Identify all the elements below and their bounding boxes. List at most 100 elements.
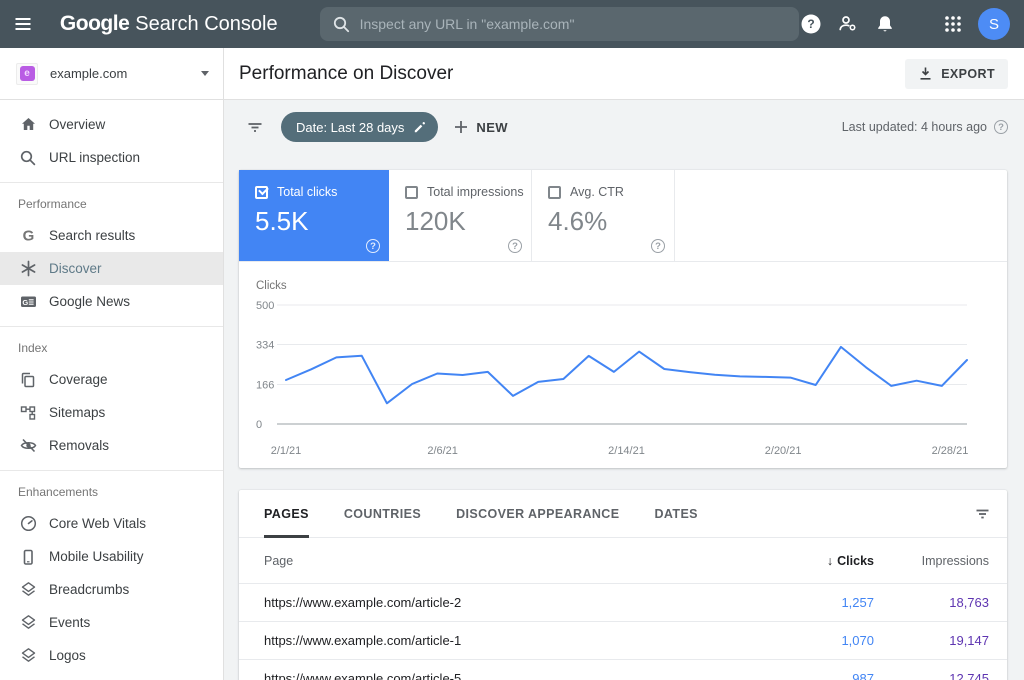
- date-filter-chip[interactable]: Date: Last 28 days: [281, 112, 439, 142]
- help-outline-icon[interactable]: ?: [508, 239, 522, 253]
- google-g-icon: G: [18, 226, 38, 246]
- clicks-line-chart: Clicks 0 166 334 500 2/1/21 2/6/21 2/14/21 2/20/…: [256, 280, 969, 457]
- column-header-impressions[interactable]: Impressions: [874, 554, 989, 568]
- table-row[interactable]: https://www.example.com/article-5 987 12…: [239, 660, 1007, 680]
- x-tick-label: 2/28/21: [932, 445, 969, 457]
- help-icon: ?: [801, 14, 821, 34]
- download-icon: [918, 66, 933, 81]
- page-url-cell[interactable]: https://www.example.com/article-2: [264, 595, 764, 610]
- page-url-cell[interactable]: https://www.example.com/article-1: [264, 633, 764, 648]
- sidebar-item-core-web-vitals[interactable]: Core Web Vitals: [0, 507, 223, 540]
- metric-card-avg-ctr[interactable]: Avg. CTR 4.6% ?: [532, 170, 675, 261]
- plus-icon: [453, 119, 469, 135]
- search-input[interactable]: [359, 16, 787, 32]
- svg-text:G: G: [22, 228, 34, 245]
- sort-desc-icon: ↓: [826, 553, 834, 568]
- y-tick-label: 166: [256, 379, 274, 391]
- metric-value: 4.6%: [548, 206, 608, 236]
- discover-asterisk-icon: [18, 259, 38, 279]
- help-outline-icon[interactable]: ?: [651, 239, 665, 253]
- clicks-cell: 1,257: [841, 595, 874, 610]
- dimensions-table-card: PAGES COUNTRIES DISCOVER APPEARANCE DATE…: [239, 490, 1007, 680]
- topbar: Google Search Console ?: [0, 0, 1024, 48]
- sidebar-item-label: Sitemaps: [49, 405, 106, 420]
- hamburger-menu-button[interactable]: [0, 0, 46, 48]
- table-filter-button[interactable]: [974, 505, 991, 522]
- sidebar-item-products[interactable]: Products: [0, 672, 223, 680]
- property-selector[interactable]: e example.com: [0, 48, 223, 100]
- clicks-cell: 987: [852, 671, 874, 680]
- table-row[interactable]: https://www.example.com/article-2 1,257 …: [239, 584, 1007, 622]
- home-icon: [18, 115, 38, 135]
- checkbox-unchecked-icon[interactable]: [548, 185, 561, 199]
- x-tick-label: 2/6/21: [427, 445, 458, 457]
- sidebar-item-logos[interactable]: Logos: [0, 639, 223, 672]
- page-header: Performance on Discover EXPORT: [224, 48, 1024, 100]
- sidebar-item-discover[interactable]: Discover: [0, 252, 223, 285]
- google-apps-button[interactable]: [941, 12, 965, 36]
- sidebar-item-label: Events: [49, 615, 91, 630]
- sidebar-item-label: Search results: [49, 228, 136, 243]
- sidebar-item-events[interactable]: Events: [0, 606, 223, 639]
- metric-card-total-impressions[interactable]: Total impressions 120K ?: [389, 170, 532, 261]
- new-label: NEW: [476, 119, 508, 135]
- pages-copy-icon: [18, 370, 38, 390]
- sidebar-item-search-results[interactable]: G Search results: [0, 219, 223, 252]
- help-outline-icon[interactable]: ?: [994, 120, 1008, 134]
- speedometer-icon: [18, 514, 38, 534]
- tab-dates[interactable]: DATES: [654, 490, 697, 538]
- tab-discover-appearance[interactable]: DISCOVER APPEARANCE: [456, 490, 619, 538]
- nav-group-enhancements: Enhancements Core Web Vitals Mobile Usab…: [0, 471, 223, 680]
- nav-section-performance: Performance: [18, 197, 87, 211]
- user-settings-button[interactable]: [836, 12, 860, 36]
- tab-countries[interactable]: COUNTRIES: [344, 490, 421, 538]
- export-button[interactable]: EXPORT: [905, 58, 1008, 89]
- checkbox-unchecked-icon[interactable]: [405, 185, 418, 199]
- help-button[interactable]: ?: [799, 12, 823, 36]
- hamburger-icon: [13, 14, 33, 34]
- nav-group-index: Index Coverage Sitemaps Removals: [0, 327, 223, 471]
- property-name: example.com: [50, 66, 128, 81]
- sidebar-item-sitemaps[interactable]: Sitemaps: [0, 396, 223, 429]
- sidebar-item-removals[interactable]: Removals: [0, 429, 223, 462]
- sidebar-item-url-inspection[interactable]: URL inspection: [0, 141, 223, 174]
- sidebar-item-mobile-usability[interactable]: Mobile Usability: [0, 540, 223, 573]
- impressions-cell: 18,763: [949, 595, 989, 610]
- table-row[interactable]: https://www.example.com/article-1 1,070 …: [239, 622, 1007, 660]
- account-avatar[interactable]: S: [978, 8, 1010, 40]
- export-label: EXPORT: [941, 66, 995, 81]
- notifications-button[interactable]: [873, 12, 897, 36]
- sidebar-item-coverage[interactable]: Coverage: [0, 363, 223, 396]
- sidebar-item-overview[interactable]: Overview: [0, 108, 223, 141]
- checkbox-checked-icon[interactable]: [255, 185, 268, 199]
- sidebar-item-google-news[interactable]: G Google News: [0, 285, 223, 318]
- y-tick-label: 334: [256, 340, 274, 352]
- sidebar-item-label: Breadcrumbs: [49, 582, 130, 597]
- metric-header: Avg. CTR: [548, 185, 660, 199]
- sidebar-item-label: URL inspection: [49, 150, 141, 165]
- nav-group-performance: Performance G Search results Discover G: [0, 183, 223, 327]
- smartphone-icon: [18, 547, 38, 567]
- metric-card-total-clicks[interactable]: Total clicks 5.5K ?: [239, 170, 389, 261]
- tab-pages[interactable]: PAGES: [264, 490, 309, 538]
- new-filter-button[interactable]: NEW: [453, 119, 508, 135]
- filter-icon: [976, 509, 989, 519]
- url-inspect-search-box[interactable]: [319, 7, 799, 41]
- app-logo: Google Search Console: [60, 12, 278, 36]
- property-favicon: e: [16, 62, 38, 85]
- column-header-page[interactable]: Page: [264, 554, 764, 568]
- layers-icon: [18, 613, 38, 633]
- page-url-cell[interactable]: https://www.example.com/article-5: [264, 671, 764, 680]
- metric-header: Total impressions: [405, 185, 524, 199]
- apps-grid-icon: [945, 16, 961, 32]
- filter-bar: Date: Last 28 days NEW Last updated: 4 h…: [224, 100, 1024, 154]
- clicks-cell: 1,070: [841, 633, 874, 648]
- app-root: Google Search Console ?: [0, 0, 1024, 680]
- filter-button[interactable]: [246, 118, 264, 136]
- sidebar-item-breadcrumbs[interactable]: Breadcrumbs: [0, 573, 223, 606]
- column-header-clicks[interactable]: ↓ Clicks: [764, 554, 874, 568]
- table-header-row: Page ↓ Clicks Impressions: [239, 538, 1007, 584]
- news-icon: G: [18, 292, 38, 312]
- help-outline-icon[interactable]: ?: [366, 239, 380, 253]
- magnifier-icon: [18, 148, 38, 168]
